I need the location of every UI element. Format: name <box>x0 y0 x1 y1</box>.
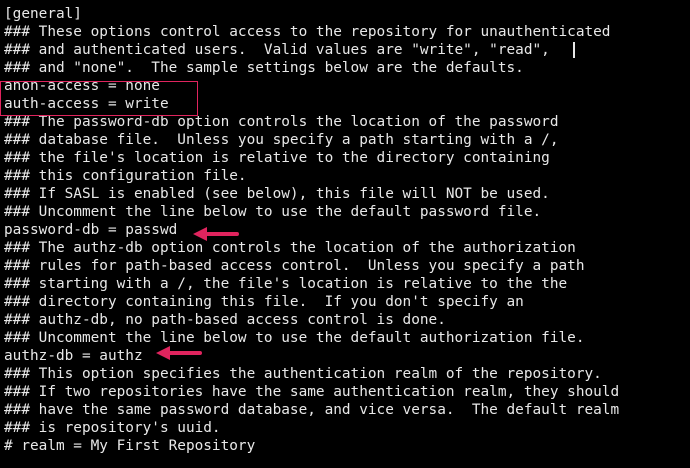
arrow-left-icon <box>156 346 202 360</box>
config-line: ### rules for path-based access control.… <box>4 258 585 274</box>
config-line: ### These options control access to the … <box>4 24 611 40</box>
config-line: ### have the same password database, and… <box>4 402 620 418</box>
arrow-left-icon <box>193 227 239 241</box>
config-line-authz-db: authz-db = authz <box>4 348 143 364</box>
config-line: ### Uncomment the line below to use the … <box>4 330 585 346</box>
config-line: ### directory containing this file. If y… <box>4 294 524 310</box>
config-line: [general] <box>4 6 82 22</box>
config-line: ### database file. Unless you specify a … <box>4 132 559 148</box>
config-line: ### Uncomment the line below to use the … <box>4 204 542 220</box>
terminal-window[interactable]: [general] ### These options control acce… <box>0 0 690 468</box>
config-line: ### If SASL is enabled (see below), this… <box>4 186 550 202</box>
config-line: ### starting with a /, the file's locati… <box>4 276 568 292</box>
config-line: ### and "none". The sample settings belo… <box>4 60 524 76</box>
config-line: ### and authenticated users. Valid value… <box>4 42 550 58</box>
config-line-realm: # realm = My First Repository <box>4 438 256 454</box>
config-line: ### is repository's uuid. <box>4 420 221 436</box>
text-cursor <box>573 42 575 58</box>
config-line: ### the file's location is relative to t… <box>4 150 550 166</box>
config-line: ### authz-db, no path-based access contr… <box>4 312 446 328</box>
config-line: ### This option specifies the authentica… <box>4 366 602 382</box>
config-text: [general] ### These options control acce… <box>4 5 619 455</box>
config-line-password-db: password-db = passwd <box>4 222 178 238</box>
config-line: ### this configuration file. <box>4 168 247 184</box>
config-line: ### If two repositories have the same au… <box>4 384 620 400</box>
config-line: ### The authz-db option controls the loc… <box>4 240 576 256</box>
access-settings-highlight-box <box>0 81 198 116</box>
